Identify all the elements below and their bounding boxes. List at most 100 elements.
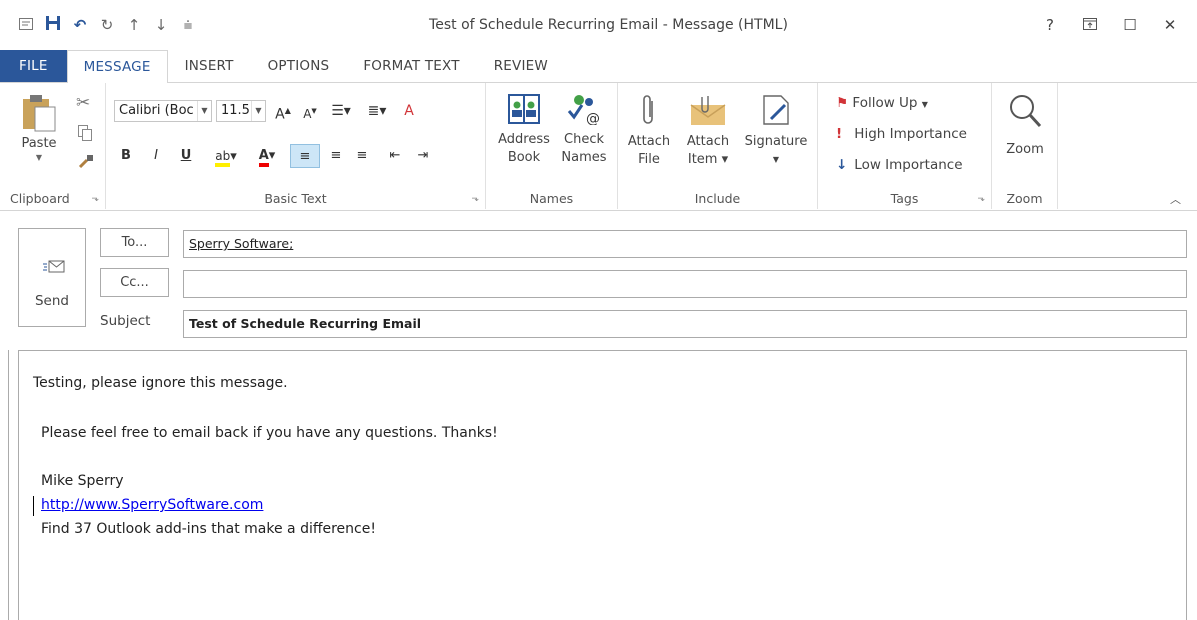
tags-launcher-icon[interactable]: ⬎ <box>977 194 985 204</box>
font-name-select[interactable]: Calibri (Boc ▼ <box>114 100 212 122</box>
follow-up-label: Follow Up <box>852 95 918 111</box>
check-names-button[interactable]: @ Check Names <box>556 93 612 167</box>
window-left-edge <box>8 350 9 620</box>
tab-options[interactable]: OPTIONS <box>251 50 347 83</box>
align-center-icon[interactable]: ≡ <box>326 144 346 168</box>
chevron-down-icon: ▼ <box>921 100 928 109</box>
address-book-icon <box>508 94 540 124</box>
attach-item-label-2: Item ▾ <box>687 152 729 167</box>
paperclip-icon <box>643 95 653 124</box>
bullets-icon[interactable]: ☰▾ <box>326 99 356 123</box>
underline-button[interactable]: U <box>178 144 194 168</box>
tab-message[interactable]: MESSAGE <box>66 50 168 83</box>
undo-icon[interactable]: ↶ <box>68 16 92 34</box>
cc-field[interactable] <box>183 270 1187 298</box>
check-names-label-2: Names <box>561 150 607 165</box>
cc-button[interactable]: Cc... <box>100 268 169 297</box>
check-names-label-1: Check <box>564 132 604 147</box>
down-arrow-icon: ↓ <box>836 157 848 173</box>
basic-text-group-label: Basic Text <box>264 191 327 206</box>
cut-icon[interactable]: ✂ <box>76 93 90 113</box>
tab-review[interactable]: REVIEW <box>477 50 565 83</box>
zoom-group: Zoom Zoom <box>992 83 1058 209</box>
clipboard-group: Paste ▼ ✂ Clipboard ⬎ <box>0 83 106 209</box>
send-button[interactable]: Send <box>18 228 86 327</box>
grow-font-icon[interactable]: A▲ <box>272 99 294 123</box>
tab-file[interactable]: FILE <box>0 50 67 83</box>
zoom-button[interactable]: Zoom <box>998 93 1052 159</box>
attach-file-label-1: Attach <box>627 134 671 149</box>
quick-access-toolbar: ↶ ↻ ↑ ↓ ⩧ <box>0 0 203 50</box>
tab-insert[interactable]: INSERT <box>168 50 251 83</box>
chevron-down-icon: ▼ <box>251 101 265 121</box>
include-group: Attach File Attach Item ▾ Signature ▼ In… <box>618 83 818 209</box>
envelope-clip-icon <box>690 96 726 125</box>
increase-indent-icon[interactable]: ⇥ <box>412 144 434 168</box>
to-button[interactable]: To... <box>100 228 169 257</box>
customize-icon[interactable]: ⩧ <box>176 16 200 34</box>
follow-up-button[interactable]: ⚑ Follow Up ▼ <box>836 95 928 111</box>
signature-label: Signature <box>744 134 808 149</box>
align-left-icon[interactable]: ≡ <box>290 144 320 168</box>
chevron-down-icon: ▼ <box>197 101 211 121</box>
magnifier-icon <box>1010 95 1042 128</box>
font-size-select[interactable]: 11.5 ▼ <box>216 100 266 122</box>
highlight-icon[interactable]: ab▾ <box>208 144 244 168</box>
bold-button[interactable]: B <box>118 144 134 168</box>
paste-label: Paste <box>21 136 57 151</box>
names-group: Address Book @ Check Names Names <box>486 83 618 209</box>
shrink-font-icon[interactable]: A▼ <box>300 99 320 123</box>
help-icon[interactable]: ? <box>1033 16 1067 34</box>
names-group-label: Names <box>529 191 574 206</box>
high-importance-button[interactable]: ! High Importance <box>836 126 967 142</box>
basic-text-launcher-icon[interactable]: ⬎ <box>471 194 479 204</box>
italic-button[interactable]: I <box>148 144 164 168</box>
up-arrow-icon[interactable]: ↑ <box>122 16 146 34</box>
font-color-icon[interactable]: A▾ <box>250 144 284 168</box>
attach-file-button[interactable]: Attach File <box>626 93 672 169</box>
tags-group-label: Tags <box>890 191 919 206</box>
maximize-icon[interactable]: ☐ <box>1113 16 1147 34</box>
tab-format-text[interactable]: FORMAT TEXT <box>346 50 476 83</box>
decrease-indent-icon[interactable]: ⇤ <box>384 144 406 168</box>
down-arrow-icon[interactable]: ↓ <box>149 16 173 34</box>
to-recipient[interactable]: Sperry Software; <box>189 236 293 251</box>
website-link[interactable]: http://www.SperrySoftware.com <box>41 497 263 513</box>
align-right-icon[interactable]: ≡ <box>352 144 372 168</box>
format-painter-icon[interactable] <box>78 153 94 172</box>
close-icon[interactable]: ✕ <box>1153 16 1187 34</box>
subject-label: Subject <box>100 313 151 329</box>
include-group-label: Include <box>694 191 741 206</box>
low-importance-button[interactable]: ↓ Low Importance <box>836 157 963 173</box>
body-signature-name: Mike Sperry <box>41 473 124 489</box>
copy-icon[interactable] <box>78 125 92 144</box>
svg-text:@: @ <box>586 111 600 125</box>
subject-field[interactable]: Test of Schedule Recurring Email <box>183 310 1187 338</box>
redo-icon[interactable]: ↻ <box>95 16 119 34</box>
check-names-icon: @ <box>567 95 600 125</box>
signature-dropdown-icon: ▼ <box>772 155 780 164</box>
signature-button[interactable]: Signature ▼ <box>740 93 812 169</box>
signature-icon <box>763 95 789 125</box>
address-book-label-1: Address <box>498 132 550 147</box>
title-bar: ↶ ↻ ↑ ↓ ⩧ Test of Schedule Recurring Ema… <box>0 0 1197 50</box>
zoom-label: Zoom <box>1006 142 1044 157</box>
attach-item-button[interactable]: Attach Item ▾ <box>678 93 738 169</box>
paste-button[interactable]: Paste ▼ <box>16 93 62 163</box>
numbering-icon[interactable]: ≣▾ <box>362 99 392 123</box>
collapse-ribbon-icon[interactable]: ︿ <box>1170 191 1181 207</box>
font-size-value: 11.5 <box>221 103 250 118</box>
clear-formatting-icon[interactable]: A <box>398 99 420 123</box>
ribbon-display-icon[interactable] <box>1073 16 1107 34</box>
to-field[interactable]: Sperry Software; <box>183 230 1187 258</box>
body-line-1: Testing, please ignore this message. <box>33 375 288 391</box>
message-body[interactable]: Testing, please ignore this message. Ple… <box>18 350 1187 620</box>
message-icon[interactable] <box>14 16 38 34</box>
zoom-group-label: Zoom <box>1006 191 1043 206</box>
flag-icon: ⚑ <box>836 95 849 111</box>
high-importance-label: High Importance <box>854 126 967 142</box>
clipboard-launcher-icon[interactable]: ⬎ <box>91 194 99 204</box>
body-line-2: Please feel free to email back if you ha… <box>41 425 498 441</box>
address-book-button[interactable]: Address Book <box>494 93 554 167</box>
save-icon[interactable] <box>41 15 65 35</box>
